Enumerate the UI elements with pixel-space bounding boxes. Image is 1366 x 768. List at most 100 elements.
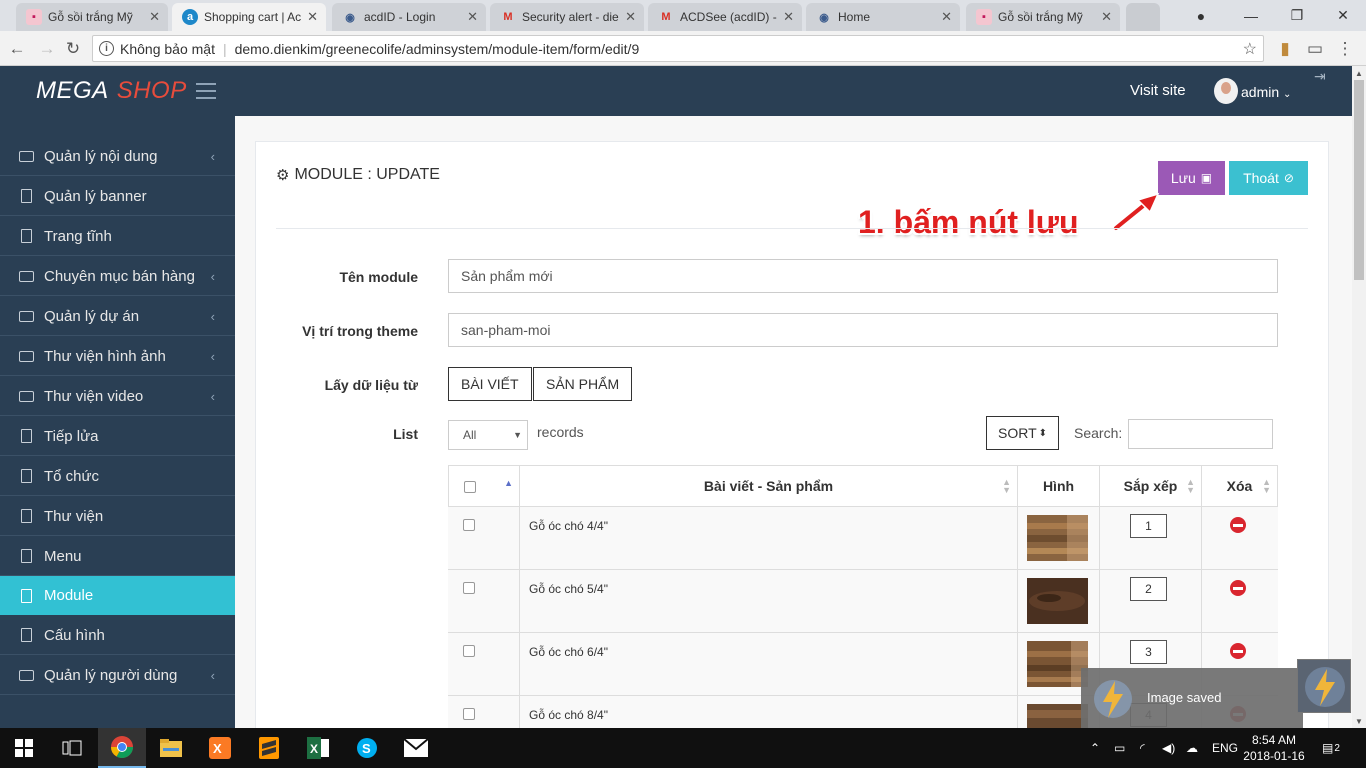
windows-start-icon[interactable] [0, 728, 48, 768]
delete-icon[interactable] [1230, 643, 1246, 659]
sublime-text-icon[interactable] [245, 728, 293, 768]
app-shortcut-icon[interactable] [1297, 659, 1351, 713]
url-input[interactable]: i Không bảo mật | demo.dienkim/greenecol… [92, 35, 1264, 62]
minimize-icon[interactable]: — [1228, 0, 1274, 31]
clock[interactable]: 8:54 AM 2018-01-16 [1242, 732, 1306, 764]
select-value: All [463, 428, 477, 442]
row-checkbox[interactable] [463, 708, 475, 720]
save-button[interactable]: Lưu ▣ [1158, 161, 1225, 195]
sidebar-item-video-library[interactable]: Thư viện video ‹ [0, 377, 235, 416]
records-per-page-select[interactable]: All ▼ [448, 420, 528, 450]
close-icon[interactable]: ✕ [307, 9, 318, 25]
browser-tab[interactable]: ◉ acdID - Login ✕ [332, 3, 486, 31]
hamburger-menu-icon[interactable] [196, 83, 216, 99]
close-icon[interactable]: ✕ [467, 9, 478, 25]
browser-tab[interactable]: ▪ Gỗ sồi trắng Mỹ ✕ [966, 3, 1120, 31]
close-icon[interactable]: ✕ [625, 9, 636, 25]
browser-tab[interactable]: ◉ Home ✕ [806, 3, 960, 31]
page-scrollbar[interactable]: ▲ ▼ [1352, 66, 1366, 728]
wifi-icon[interactable]: ◜ [1140, 728, 1145, 768]
column-header-image[interactable]: Hình [1017, 465, 1100, 507]
sidebar-item-static-page[interactable]: Trang tĩnh [0, 217, 235, 256]
source-posts-button[interactable]: BÀI VIẾT [448, 367, 532, 401]
search-input[interactable] [1128, 419, 1273, 449]
sidebar-item-content[interactable]: Quản lý nội dung ‹ [0, 137, 235, 176]
sidebar-item-sales-category[interactable]: Chuyên mục bán hàng ‹ [0, 257, 235, 296]
new-tab-button[interactable] [1126, 3, 1160, 31]
scroll-up-icon[interactable]: ▲ [1352, 66, 1366, 80]
task-view-icon[interactable] [48, 728, 96, 768]
scroll-down-icon[interactable]: ▼ [1352, 714, 1366, 728]
menu-dots-icon[interactable]: ⋮ [1334, 38, 1356, 60]
action-center-icon[interactable]: ▤ 2 [1322, 728, 1340, 768]
logout-icon[interactable]: ⇥ [1314, 68, 1328, 84]
skype-icon[interactable]: S [343, 728, 391, 768]
sort-button[interactable]: SORT ⬍ [986, 416, 1059, 450]
image-saved-toast[interactable]: Image saved [1081, 668, 1303, 728]
profile-icon[interactable]: ● [1178, 0, 1224, 31]
reload-icon[interactable]: ↻ [62, 38, 84, 60]
cast-icon[interactable]: ▭ [1304, 38, 1326, 60]
order-input[interactable]: 3 [1130, 640, 1167, 664]
row-checkbox[interactable] [463, 519, 475, 531]
exit-button[interactable]: Thoát ⊘ [1229, 161, 1308, 195]
order-input[interactable]: 2 [1130, 577, 1167, 601]
theme-position-input[interactable]: san-pham-moi [448, 313, 1278, 347]
sidebar-item-module[interactable]: Module [0, 576, 235, 615]
battery-icon[interactable]: ▭ [1114, 728, 1125, 768]
language-indicator[interactable]: ENG [1212, 728, 1238, 768]
product-thumbnail[interactable] [1027, 578, 1088, 624]
column-header-name[interactable]: Bài viết - Sản phẩm ▲ ▼ [519, 465, 1018, 507]
onedrive-icon[interactable]: ☁ [1186, 728, 1198, 768]
sidebar-item-menu[interactable]: Menu [0, 537, 235, 576]
tray-chevron-icon[interactable]: ⌃ [1090, 728, 1100, 768]
order-input[interactable]: 1 [1130, 514, 1167, 538]
window-close-icon[interactable]: ✕ [1320, 0, 1366, 31]
logo[interactable]: MEGA SHOP [36, 77, 187, 105]
mail-icon[interactable] [392, 728, 440, 768]
sidebar-item-config[interactable]: Cấu hình [0, 616, 235, 655]
sidebar-item-banner[interactable]: Quản lý banner [0, 177, 235, 216]
sidebar-item-library[interactable]: Thư viện [0, 497, 235, 536]
sidebar-item-users[interactable]: Quản lý người dùng ‹ [0, 656, 235, 695]
close-icon[interactable]: ✕ [941, 9, 952, 25]
chrome-icon[interactable] [98, 728, 146, 768]
column-header-order[interactable]: Sắp xếp ▲ ▼ [1099, 465, 1202, 507]
close-icon[interactable]: ✕ [149, 9, 160, 25]
file-explorer-icon[interactable] [147, 728, 195, 768]
delete-icon[interactable] [1230, 517, 1246, 533]
bookmark-star-icon[interactable]: ☆ [1243, 39, 1257, 59]
product-thumbnail[interactable] [1027, 641, 1088, 687]
sidebar-item-tiep-lua[interactable]: Tiếp lửa [0, 417, 235, 456]
extension-icon[interactable]: ▮ [1274, 38, 1296, 60]
select-all-checkbox[interactable] [464, 481, 476, 493]
restore-icon[interactable]: ❐ [1274, 0, 1320, 31]
visit-site-link[interactable]: Visit site [1130, 82, 1186, 99]
sidebar-item-organization[interactable]: Tổ chức [0, 457, 235, 496]
browser-tab[interactable]: M Security alert - die ✕ [490, 3, 644, 31]
xampp-icon[interactable]: X [196, 728, 244, 768]
source-products-button[interactable]: SẢN PHẨM [533, 367, 633, 401]
back-icon[interactable]: ← [6, 38, 28, 60]
close-icon[interactable]: ✕ [783, 9, 794, 25]
info-icon[interactable]: i [99, 41, 114, 56]
avatar[interactable] [1214, 78, 1238, 104]
sidebar-item-image-library[interactable]: Thư viện hình ảnh ‹ [0, 337, 235, 376]
browser-tab-active[interactable]: a Shopping cart | Ac ✕ [172, 3, 326, 31]
sidebar-item-projects[interactable]: Quản lý dự án ‹ [0, 297, 235, 336]
product-thumbnail[interactable] [1027, 515, 1088, 561]
scrollbar-thumb[interactable] [1354, 80, 1364, 280]
module-name-input[interactable]: Sản phẩm mới [448, 259, 1278, 293]
row-checkbox[interactable] [463, 582, 475, 594]
forward-icon[interactable]: → [36, 38, 58, 60]
close-icon[interactable]: ✕ [1101, 9, 1112, 25]
row-checkbox[interactable] [463, 645, 475, 657]
browser-tab[interactable]: M ACDSee (acdID) - ✕ [648, 3, 802, 31]
delete-icon[interactable] [1230, 580, 1246, 596]
volume-icon[interactable]: ◀) [1162, 728, 1175, 768]
excel-icon[interactable]: X [294, 728, 342, 768]
sort-asc-icon[interactable]: ▲ [504, 478, 513, 488]
browser-tab[interactable]: ▪ Gỗ sồi trắng Mỹ ✕ [16, 3, 168, 31]
user-menu[interactable]: admin ⌄ [1241, 84, 1291, 100]
column-header-delete[interactable]: Xóa ▲ ▼ [1201, 465, 1278, 507]
